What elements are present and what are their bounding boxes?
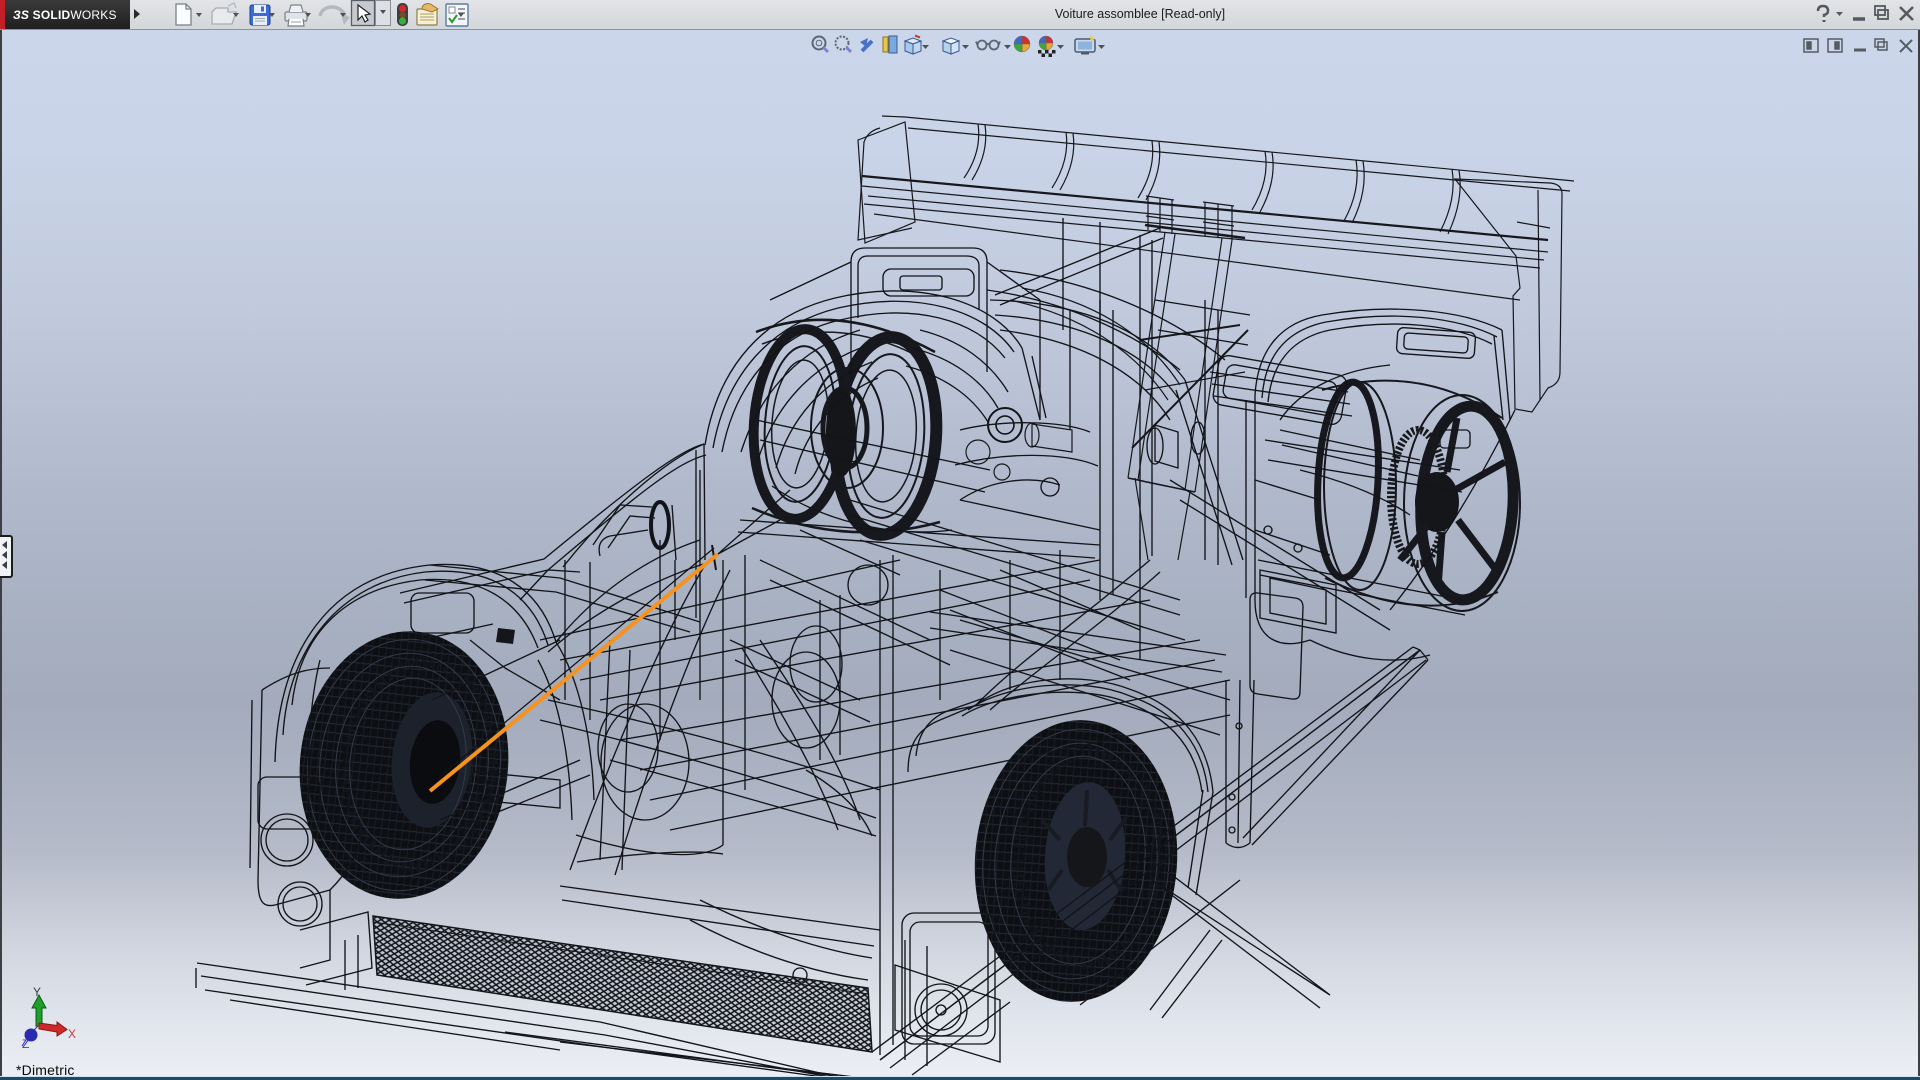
svg-text:Z: Z [22, 1037, 29, 1051]
svg-text:X: X [68, 1027, 76, 1041]
svg-text:Y: Y [33, 985, 41, 999]
